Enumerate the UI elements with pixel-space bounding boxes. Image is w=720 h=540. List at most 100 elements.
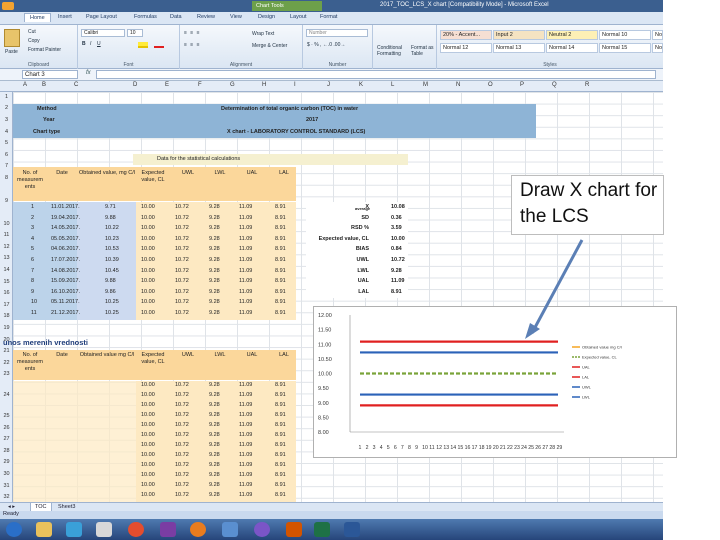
table1-cell[interactable]: 14.08.2017. [51,268,80,274]
row-header-29[interactable]: 29 [0,459,13,465]
table2-cell[interactable]: 10.72 [175,462,189,468]
table2-cell[interactable]: 9.28 [209,482,220,488]
row-header-30[interactable]: 30 [0,471,13,477]
fill-color-icon[interactable] [138,42,148,48]
table2-cell[interactable]: 11.09 [239,442,252,448]
table1-cell[interactable]: 11.09 [239,268,252,274]
row-header-9[interactable]: 9 [0,198,13,204]
table1-cell[interactable]: 8.91 [275,215,286,221]
row-header-6[interactable]: 6 [0,152,13,158]
column-header-l[interactable]: L [391,82,394,88]
merge-center-button[interactable]: Merge & Center [252,43,287,49]
table1-cell[interactable]: 9.71 [105,204,116,210]
table1-cell[interactable]: 8.91 [275,289,286,295]
paste-button[interactable]: Paste [5,49,18,55]
sheet-tab-sheet3[interactable]: Sheet3 [54,503,79,511]
column-header-f[interactable]: F [198,82,202,88]
table1-cell[interactable]: 11.09 [239,215,252,221]
table2-cell[interactable]: 10.00 [141,442,155,448]
program-icon-1[interactable] [96,522,112,537]
stat-value[interactable]: 0.84 [391,246,402,252]
bold-icon[interactable]: B [82,41,86,47]
table2-cell[interactable]: 8.91 [275,452,286,458]
table1-cell[interactable]: 9 [31,289,34,295]
align-left-icon[interactable]: ≡ ≡ ≡ [184,42,201,48]
table2-cell[interactable]: 10.00 [141,402,155,408]
excel-icon[interactable] [314,522,330,537]
table1-cell[interactable]: 10.72 [175,299,189,305]
table2-cell[interactable]: 10.00 [141,472,155,478]
row-header-31[interactable]: 31 [0,483,13,489]
table1-cell[interactable]: 9.86 [105,289,116,295]
table1-cell[interactable]: 10.72 [175,268,189,274]
column-header-i[interactable]: I [294,82,296,88]
table1-cell[interactable]: 10.00 [141,246,155,252]
stat-value[interactable]: 8.91 [391,289,402,295]
table2-cell[interactable]: 10.72 [175,482,189,488]
font-family-select[interactable]: Calibri [81,29,125,37]
font-size-select[interactable]: 10 [127,29,143,37]
table1-cell[interactable]: 10.72 [175,257,189,263]
style-normal-15[interactable]: Normal 15 [599,43,651,53]
table2-cell[interactable]: 9.28 [209,422,220,428]
table1-cell[interactable]: 9.88 [105,278,116,284]
table2-cell[interactable]: 9.28 [209,442,220,448]
paste-icon[interactable] [4,29,20,47]
stat-value[interactable]: 10.72 [391,257,405,263]
table1-cell[interactable]: 10.39 [105,257,119,263]
table2-cell[interactable]: 8.91 [275,422,286,428]
table2-cell[interactable]: 10.72 [175,442,189,448]
table1-cell[interactable]: 10.22 [105,225,119,231]
format-painter-button[interactable]: Format Painter [28,47,61,53]
table2-cell[interactable]: 8.91 [275,472,286,478]
column-header-m[interactable]: M [423,82,428,88]
table1-cell[interactable]: 10.45 [105,268,119,274]
table2-cell[interactable]: 10.72 [175,472,189,478]
table1-cell[interactable]: 10.00 [141,257,155,263]
table1-cell[interactable]: 10.72 [175,246,189,252]
table1-cell[interactable]: 9.28 [209,215,220,221]
tab-data[interactable]: Data [170,14,182,20]
table1-cell[interactable]: 10.72 [175,225,189,231]
table1-cell[interactable]: 5 [31,246,34,252]
row-header-7[interactable]: 7 [0,163,13,169]
row-header-11[interactable]: 11 [0,232,13,238]
table1-cell[interactable]: 11.09 [239,310,252,316]
row-header-15[interactable]: 15 [0,279,13,285]
column-header-p[interactable]: P [520,82,524,88]
table1-cell[interactable]: 11.01.2017. [51,204,80,210]
table1-cell[interactable]: 21.12.2017. [51,310,80,316]
table1-cell[interactable]: 10.23 [105,236,119,242]
column-header-r[interactable]: R [585,82,589,88]
table2-cell[interactable]: 8.91 [275,412,286,418]
table1-cell[interactable]: 10.25 [105,299,119,305]
row-header-24[interactable]: 24 [0,392,13,398]
copy-button[interactable]: Copy [28,38,40,44]
column-header-c[interactable]: C [74,82,78,88]
table1-cell[interactable]: 6 [31,257,34,263]
row-header-12[interactable]: 12 [0,244,13,250]
media-icon[interactable] [66,522,82,537]
row-header-21[interactable]: 21 [0,348,13,354]
table2-cell[interactable]: 11.09 [239,432,252,438]
table2-cell[interactable]: 11.09 [239,392,252,398]
style-normal-10[interactable]: Normal 10 [599,30,651,40]
table1-cell[interactable]: 11.09 [239,289,252,295]
tab-formulas[interactable]: Formulas [134,14,157,20]
italic-icon[interactable]: I [90,41,91,47]
table2-cell[interactable]: 10.72 [175,492,189,498]
stat-value[interactable]: 11.09 [391,278,404,284]
table2-cell[interactable]: 10.72 [175,422,189,428]
table1-cell[interactable]: 7 [31,268,34,274]
column-header-j[interactable]: J [327,82,330,88]
table2-cell[interactable]: 9.28 [209,472,220,478]
table2-cell[interactable]: 10.72 [175,432,189,438]
stat-value[interactable]: 10.08 [391,204,405,210]
table1-cell[interactable]: 9.28 [209,236,220,242]
table1-cell[interactable]: 8.91 [275,310,286,316]
table2-cell[interactable]: 10.00 [141,422,155,428]
x-chart[interactable]: 12.00 11.50 11.00 10.50 10.00 9.50 9.00 8.50 8.0… [313,306,677,458]
row-header-18[interactable]: 18 [0,313,13,319]
viber-icon[interactable] [254,522,270,537]
table1-cell[interactable]: 8.91 [275,257,286,263]
